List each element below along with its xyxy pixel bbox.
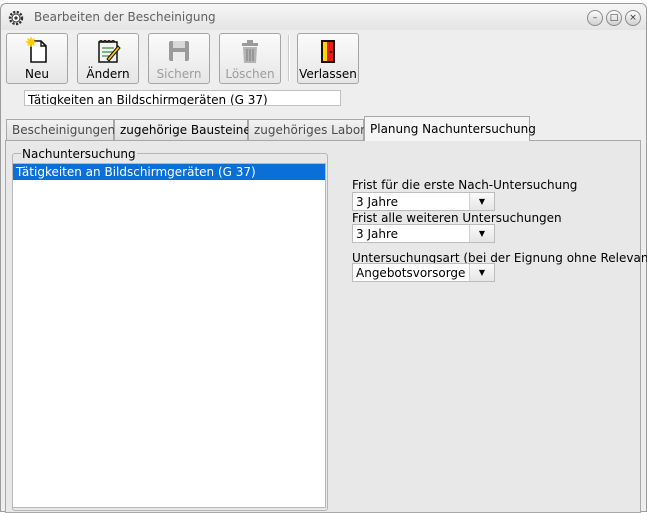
first-deadline-label: Frist für die erste Nach-Untersuchung [352, 178, 578, 192]
window-title: Bearbeiten der Bescheinigung [34, 10, 216, 24]
chevron-down-icon[interactable]: ▼ [469, 264, 494, 281]
tab-bescheinigungen[interactable]: Bescheinigungen [6, 119, 115, 140]
group-label: Nachuntersuchung [21, 147, 137, 161]
toolbar: Neu Ändern Sichern Löschen Verlassen [1, 31, 646, 87]
exam-type-select[interactable]: Angebotsvorsorge ▼ [352, 263, 495, 282]
edit-label: Ändern [86, 67, 130, 81]
further-deadline-select[interactable]: 3 Jahre ▼ [352, 224, 495, 243]
further-deadline-label: Frist alle weiteren Untersuchungen [352, 211, 562, 225]
floppy-disk-icon [169, 41, 189, 61]
tab-zugehoerige-bausteine[interactable]: zugehörige Bausteine [114, 119, 251, 140]
chevron-down-icon[interactable]: ▼ [469, 225, 494, 242]
list-item[interactable]: Tätigkeiten an Bildschirmgeräten (G 37) [13, 164, 325, 180]
close-button[interactable]: × [625, 10, 641, 26]
new-button[interactable]: Neu [6, 33, 68, 84]
edit-button[interactable]: Ändern [77, 33, 139, 84]
edit-notepad-icon [98, 39, 121, 63]
new-document-icon [26, 37, 47, 63]
minimize-button[interactable]: – [587, 10, 603, 26]
new-label: Neu [25, 67, 49, 81]
first-deadline-value: 3 Jahre [356, 195, 398, 209]
title-bar: Bearbeiten der Bescheinigung – □ × [1, 4, 646, 30]
save-button[interactable]: Sichern [148, 33, 210, 84]
tab-panel: Nachuntersuchung Tätigkeiten an Bildschi… [5, 140, 647, 513]
first-deadline-select[interactable]: 3 Jahre ▼ [352, 192, 495, 211]
dialog-window: Bearbeiten der Bescheinigung – □ × Neu Ä… [0, 3, 647, 513]
toolbar-separator [288, 35, 290, 81]
trash-can-icon [242, 40, 258, 63]
exit-label: Verlassen [299, 67, 357, 81]
tab-zugehoeriges-labor[interactable]: zugehöriges Labor [248, 119, 365, 140]
exit-door-icon [321, 40, 335, 63]
save-label: Sichern [156, 67, 202, 81]
gear-icon [8, 10, 24, 26]
delete-button[interactable]: Löschen [219, 33, 281, 84]
certificate-name-field[interactable]: Tätigkeiten an Bildschirmgeräten (G 37) [24, 90, 341, 106]
chevron-down-icon[interactable]: ▼ [469, 193, 494, 210]
delete-label: Löschen [225, 67, 275, 81]
maximize-button[interactable]: □ [606, 10, 622, 26]
exam-type-value: Angebotsvorsorge [356, 266, 466, 280]
examination-list[interactable]: Tätigkeiten an Bildschirmgeräten (G 37) [12, 163, 326, 508]
further-deadline-value: 3 Jahre [356, 227, 398, 241]
tab-planung-nachuntersuchung[interactable]: Planung Nachuntersuchung [364, 116, 536, 141]
exit-button[interactable]: Verlassen [297, 33, 359, 84]
